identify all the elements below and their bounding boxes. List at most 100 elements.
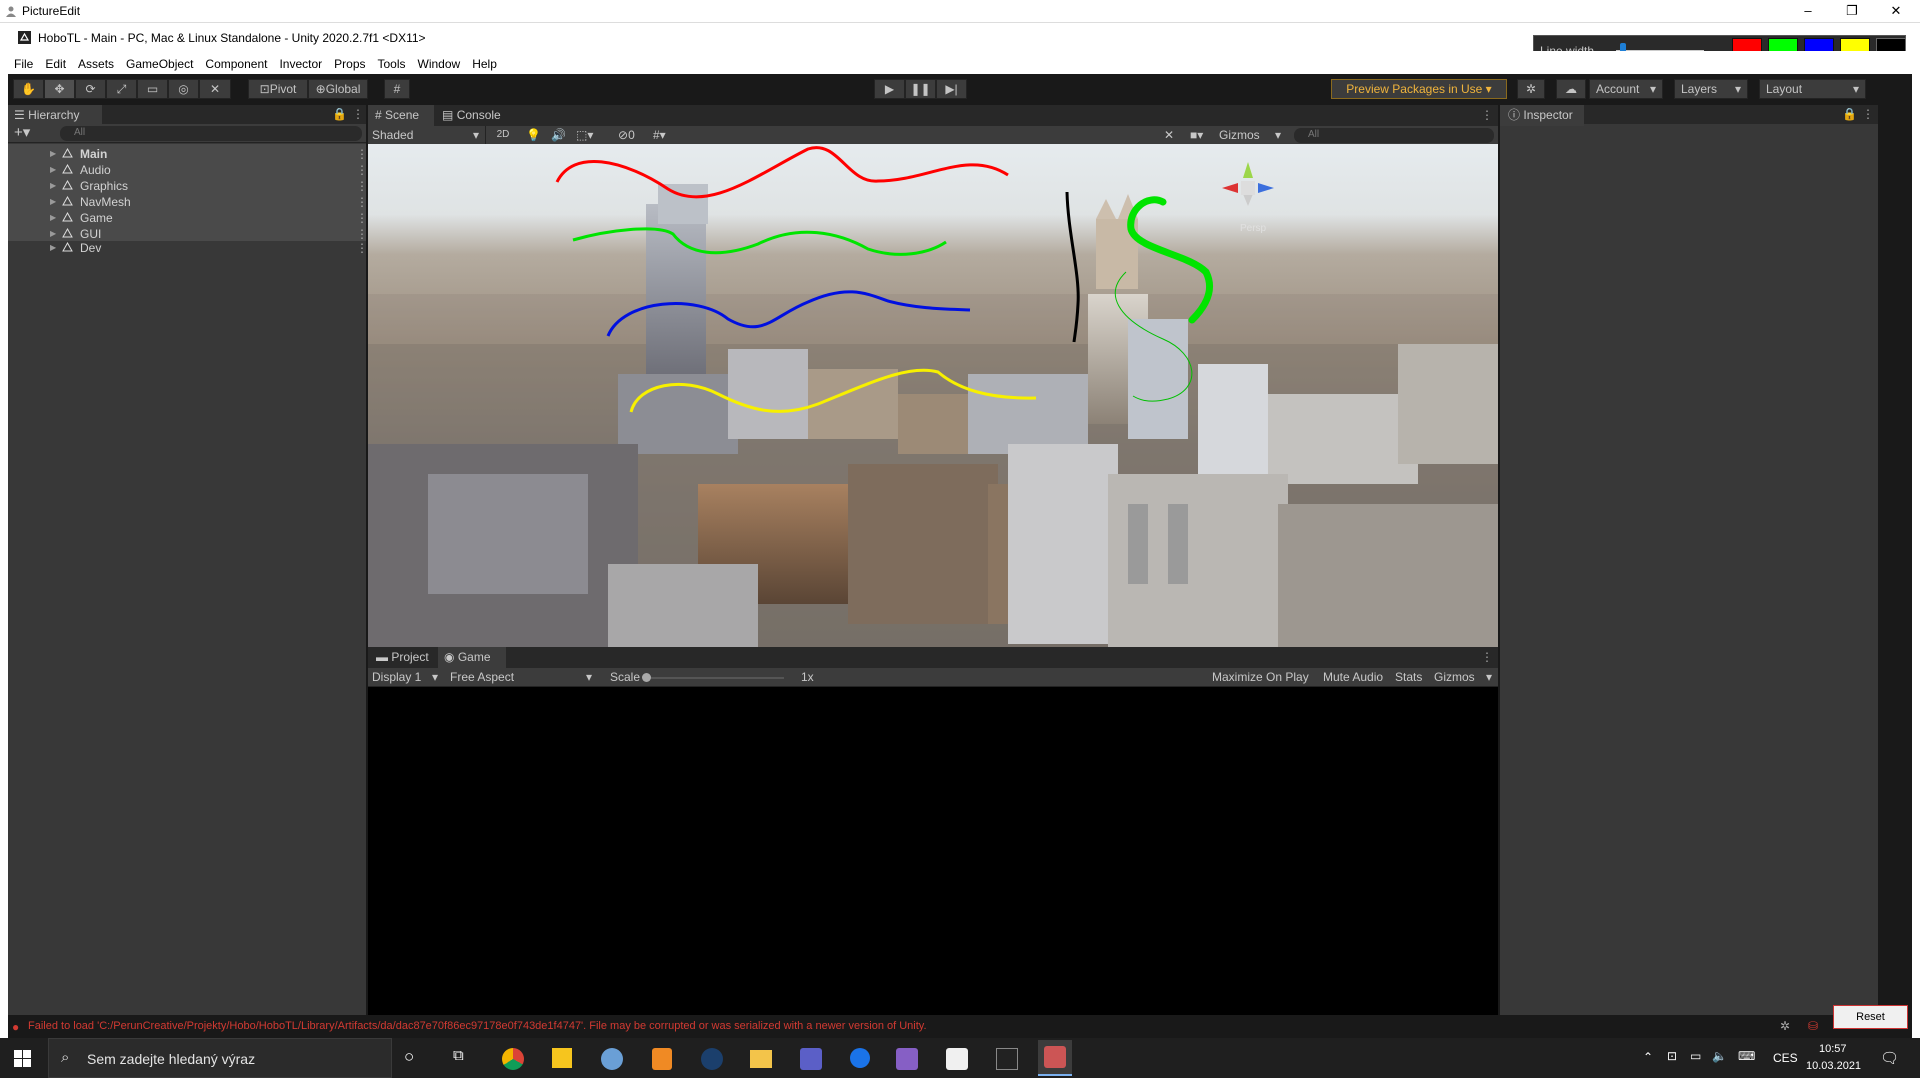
game-viewport[interactable]	[368, 687, 1498, 1015]
more-icon[interactable]: ⋮	[356, 194, 368, 210]
paint-icon[interactable]	[601, 1048, 623, 1070]
menu-file[interactable]: File	[8, 51, 39, 71]
gizmos-dropdown[interactable]: Gizmos ▾	[1219, 126, 1283, 144]
sublime-text-icon[interactable]	[652, 1048, 672, 1070]
bug-icon[interactable]: ✲	[1780, 1019, 1790, 1033]
transform-tool-button[interactable]: ◎	[168, 79, 199, 99]
tab-project[interactable]: ▬ Project	[368, 647, 438, 668]
move-tool-button[interactable]: ✥	[44, 79, 75, 99]
menu-window[interactable]: Window	[412, 51, 467, 71]
scale-slider[interactable]	[644, 677, 784, 679]
custom-tool-button[interactable]: ✕	[199, 79, 231, 99]
chrome-icon[interactable]	[502, 1048, 524, 1070]
scene-search-input[interactable]: All	[1294, 128, 1494, 143]
tab-inspector[interactable]: ⓘ Inspector	[1500, 105, 1584, 126]
clock-time[interactable]: 10:57	[1819, 1043, 1847, 1055]
chevron-up-icon[interactable]: ⌃	[1643, 1050, 1653, 1064]
more-icon[interactable]: ⋮	[356, 146, 368, 162]
maps-icon[interactable]	[850, 1048, 870, 1068]
lock-icon[interactable]: 🔒	[1842, 107, 1857, 121]
cloud-button[interactable]: ☁	[1556, 79, 1586, 99]
reset-button[interactable]: Reset	[1833, 1005, 1908, 1029]
hierarchy-search-input[interactable]: All	[60, 126, 362, 141]
audio-icon[interactable]: 🔊	[551, 126, 566, 144]
monitor-icon[interactable]: ▭	[1690, 1049, 1701, 1063]
add-icon[interactable]: +▾	[14, 124, 30, 142]
file-explorer-icon[interactable]	[750, 1050, 772, 1068]
more-icon[interactable]: ⋮	[1481, 108, 1493, 122]
display-dropdown[interactable]: Display 1 ▾	[368, 668, 442, 686]
tab-game[interactable]: ◉ Game	[438, 647, 506, 668]
language-indicator[interactable]: CES	[1773, 1051, 1798, 1065]
persp-label[interactable]: Persp	[1240, 223, 1266, 234]
sticky-notes-icon[interactable]	[552, 1048, 572, 1068]
menu-gameobject[interactable]: GameObject	[120, 51, 199, 71]
shading-mode-dropdown[interactable]: Shaded ▾	[368, 126, 486, 144]
scene-viewport[interactable]: Persp	[368, 144, 1498, 647]
clock-date[interactable]: 10.03.2021	[1806, 1060, 1861, 1072]
more-icon[interactable]: ⋮	[352, 107, 364, 121]
camera-icon[interactable]: ■▾	[1190, 126, 1203, 144]
close-button[interactable]: ✕	[1874, 0, 1918, 22]
more-icon[interactable]: ⋮	[1481, 650, 1493, 664]
collab-button[interactable]: ✲	[1517, 79, 1545, 99]
lock-icon[interactable]: 🔒	[332, 107, 347, 121]
unity-hub-icon[interactable]	[946, 1048, 968, 1070]
account-dropdown[interactable]: Account ▾	[1589, 79, 1663, 99]
step-button[interactable]: ▶|	[936, 79, 967, 99]
restore-button[interactable]: ❐	[1830, 0, 1874, 22]
preview-packages-button[interactable]: Preview Packages in Use ▾	[1331, 79, 1507, 99]
menu-props[interactable]: Props	[328, 51, 371, 71]
hidden-objects-icon[interactable]: ⊘0	[618, 126, 635, 144]
hand-tool-button[interactable]: ✋	[13, 79, 44, 99]
teams-icon[interactable]	[800, 1048, 822, 1070]
game-gizmos-dropdown[interactable]: Gizmos ▾	[1434, 668, 1494, 686]
unity-icon[interactable]	[996, 1048, 1018, 1070]
menu-invector[interactable]: Invector	[273, 51, 328, 71]
tools-icon[interactable]: ✕	[1164, 126, 1174, 144]
tab-hierarchy[interactable]: ☰ Hierarchy	[8, 105, 102, 126]
grid-icon[interactable]: #▾	[653, 126, 666, 144]
keyboard-icon[interactable]: ⌨	[1738, 1049, 1755, 1063]
database-icon[interactable]: ⛁	[1808, 1019, 1818, 1033]
more-icon[interactable]: ⋮	[356, 178, 368, 194]
scale-tool-button[interactable]: ⤢	[106, 79, 137, 99]
menu-edit[interactable]: Edit	[39, 51, 72, 71]
play-button[interactable]: ▶	[874, 79, 905, 99]
layers-dropdown[interactable]: Layers ▾	[1674, 79, 1748, 99]
rotate-tool-button[interactable]: ⟳	[75, 79, 106, 99]
2d-toggle[interactable]: 2D	[490, 126, 516, 144]
layout-dropdown[interactable]: Layout ▾	[1759, 79, 1866, 99]
windows-start-icon[interactable]	[14, 1050, 31, 1067]
network-icon[interactable]: ⊡	[1667, 1049, 1677, 1063]
menu-assets[interactable]: Assets	[72, 51, 120, 71]
pivot-button[interactable]: ⊡Pivot	[248, 79, 308, 99]
cortana-icon[interactable]: ○	[404, 1047, 414, 1067]
status-error-message[interactable]: Failed to load 'C:/PerunCreative/Projekt…	[28, 1020, 927, 1032]
menu-component[interactable]: Component	[199, 51, 273, 71]
visual-studio-icon[interactable]	[896, 1048, 918, 1070]
menu-help[interactable]: Help	[466, 51, 503, 71]
steam-icon[interactable]	[701, 1048, 723, 1070]
global-button[interactable]: ⊕Global	[308, 79, 368, 99]
minimize-button[interactable]: –	[1786, 0, 1830, 22]
stats-toggle[interactable]: Stats	[1395, 668, 1422, 686]
aspect-dropdown[interactable]: Free Aspect ▾	[446, 668, 596, 686]
rect-tool-button[interactable]: ▭	[137, 79, 168, 99]
effects-icon[interactable]: ⬚▾	[576, 126, 593, 144]
pause-button[interactable]: ❚❚	[905, 79, 936, 99]
scale-thumb[interactable]	[642, 673, 651, 682]
grid-snap-button[interactable]: #	[384, 79, 410, 99]
tab-console[interactable]: ▤ Console	[434, 105, 508, 126]
more-icon[interactable]: ⋮	[356, 240, 368, 256]
maximize-on-play-toggle[interactable]: Maximize On Play	[1212, 668, 1309, 686]
more-icon[interactable]: ⋮	[1862, 107, 1874, 121]
task-view-icon[interactable]: ⧉	[453, 1047, 464, 1064]
more-icon[interactable]: ⋮	[356, 162, 368, 178]
notifications-icon[interactable]: 🗨	[1880, 1049, 1899, 1067]
more-icon[interactable]: ⋮	[356, 210, 368, 226]
volume-icon[interactable]: 🔈	[1712, 1049, 1727, 1063]
pictureedit-taskbar-button[interactable]	[1038, 1040, 1072, 1076]
orientation-gizmo[interactable]	[1218, 158, 1278, 218]
taskbar-search-input[interactable]: ⌕ Sem zadejte hledaný výraz	[48, 1038, 392, 1078]
